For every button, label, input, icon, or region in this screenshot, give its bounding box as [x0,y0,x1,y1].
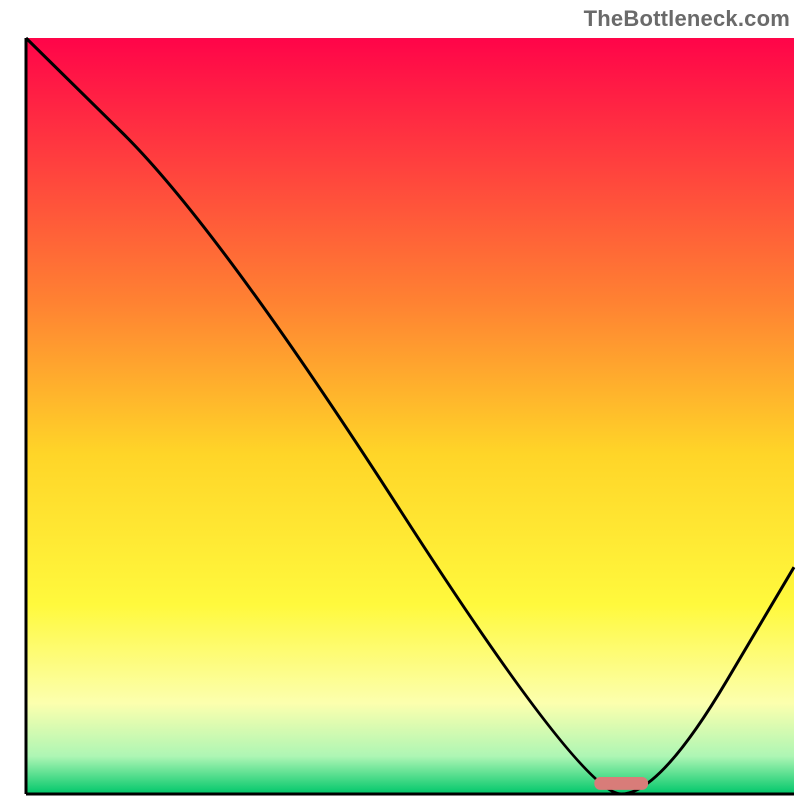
attribution-text: TheBottleneck.com [584,6,790,32]
bottleneck-chart [0,0,800,800]
optimal-marker [594,777,648,790]
chart-container: TheBottleneck.com [0,0,800,800]
